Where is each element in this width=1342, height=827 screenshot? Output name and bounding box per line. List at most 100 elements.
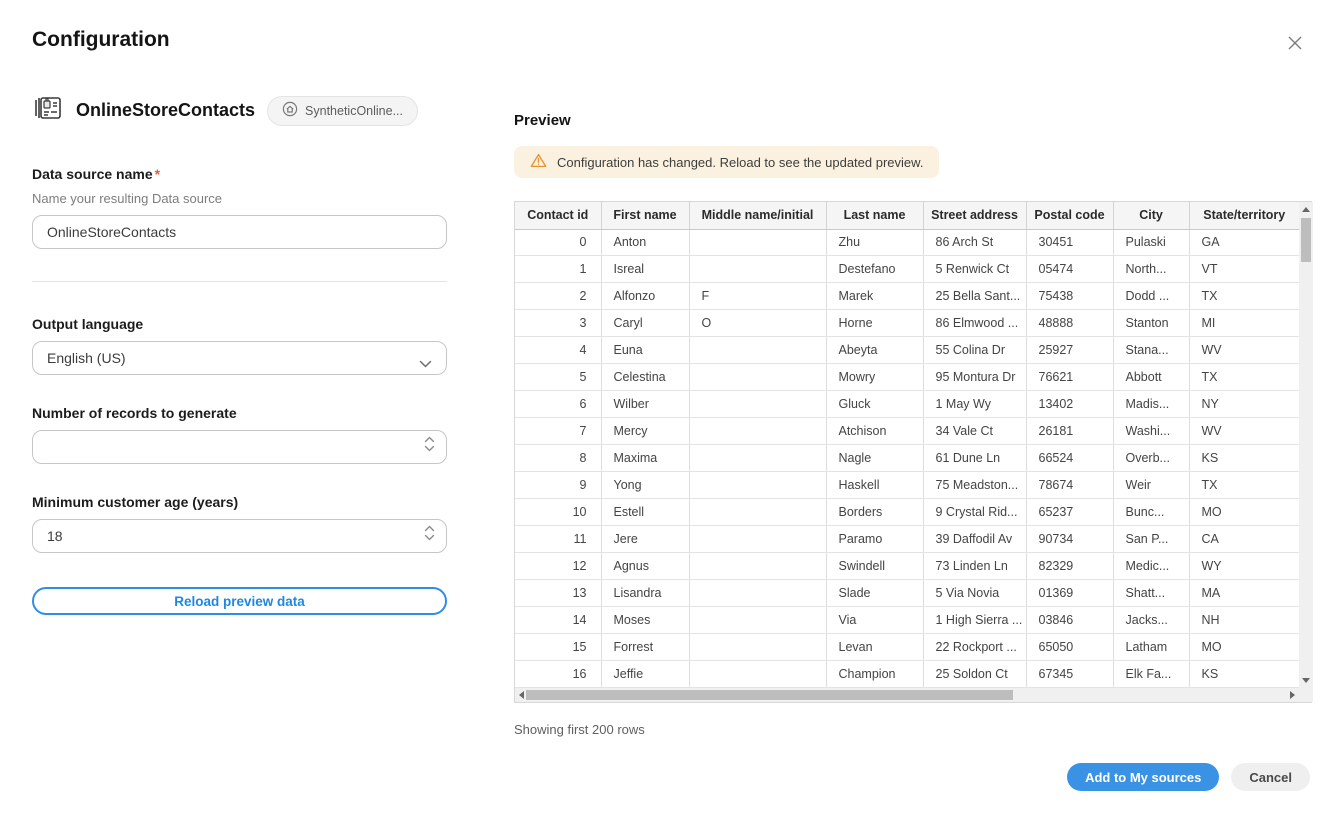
table-cell: San P...	[1113, 526, 1189, 553]
table-cell: 5	[515, 364, 601, 391]
table-cell: Dodd ...	[1113, 283, 1189, 310]
table-cell: NY	[1189, 391, 1299, 418]
chevron-down-icon	[419, 355, 432, 371]
min-age-input[interactable]	[32, 519, 447, 553]
add-to-sources-button[interactable]: Add to My sources	[1067, 763, 1219, 791]
table-row: 3CarylOHorne86 Elmwood ...48888StantonMI	[515, 310, 1299, 337]
table-cell	[689, 418, 826, 445]
data-source-name-input[interactable]	[32, 215, 447, 249]
table-cell: Jeffie	[601, 661, 689, 688]
table-cell: Horne	[826, 310, 923, 337]
table-cell: Gluck	[826, 391, 923, 418]
section-divider	[32, 281, 447, 282]
column-header: Contact id	[515, 202, 601, 229]
table-cell: 0	[515, 229, 601, 256]
table-cell: 1 High Sierra ...	[923, 607, 1026, 634]
scroll-left-icon[interactable]	[519, 691, 524, 699]
scroll-right-icon[interactable]	[1290, 691, 1295, 699]
table-row: 7MercyAtchison34 Vale Ct26181Washi...WV	[515, 418, 1299, 445]
preview-table-container: Contact idFirst nameMiddle name/initialL…	[514, 201, 1312, 703]
number-stepper-icon[interactable]	[424, 525, 435, 541]
reload-preview-button[interactable]: Reload preview data	[32, 587, 447, 615]
table-cell	[689, 391, 826, 418]
table-cell: Agnus	[601, 553, 689, 580]
table-cell: 86 Arch St	[923, 229, 1026, 256]
table-cell: 11	[515, 526, 601, 553]
table-cell: 75 Meadston...	[923, 472, 1026, 499]
table-cell: Swindell	[826, 553, 923, 580]
table-cell: KS	[1189, 445, 1299, 472]
scroll-down-icon[interactable]	[1302, 678, 1310, 683]
preview-title: Preview	[514, 112, 1312, 129]
table-cell: Destefano	[826, 256, 923, 283]
table-row: 10EstellBorders9 Crystal Rid...65237Bunc…	[515, 499, 1299, 526]
table-cell: Yong	[601, 472, 689, 499]
table-row: 12AgnusSwindell73 Linden Ln82329Medic...…	[515, 553, 1299, 580]
table-cell: 48888	[1026, 310, 1113, 337]
table-cell: Maxima	[601, 445, 689, 472]
table-cell: Euna	[601, 337, 689, 364]
table-cell: Abeyta	[826, 337, 923, 364]
table-cell	[689, 607, 826, 634]
vertical-scroll-thumb[interactable]	[1301, 218, 1311, 262]
table-cell: Weir	[1113, 472, 1189, 499]
num-records-input[interactable]	[32, 430, 447, 464]
table-cell: Moses	[601, 607, 689, 634]
table-cell: 10	[515, 499, 601, 526]
number-stepper-icon[interactable]	[424, 436, 435, 452]
output-language-select[interactable]: English (US)	[32, 341, 447, 375]
table-cell: Caryl	[601, 310, 689, 337]
close-button[interactable]	[1284, 34, 1306, 56]
table-cell: 03846	[1026, 607, 1113, 634]
row-count-text: Showing first 200 rows	[514, 722, 1312, 737]
table-cell	[689, 499, 826, 526]
table-cell: 65050	[1026, 634, 1113, 661]
table-cell	[689, 337, 826, 364]
cancel-button[interactable]: Cancel	[1231, 763, 1310, 791]
dialog-title: Configuration	[32, 28, 170, 52]
table-cell: 2	[515, 283, 601, 310]
horizontal-scroll-thumb[interactable]	[526, 690, 1013, 700]
table-cell: 30451	[1026, 229, 1113, 256]
table-cell	[689, 256, 826, 283]
table-cell: 1 May Wy	[923, 391, 1026, 418]
table-cell: 05474	[1026, 256, 1113, 283]
table-cell: Wilber	[601, 391, 689, 418]
table-cell: WV	[1189, 418, 1299, 445]
table-cell: Abbott	[1113, 364, 1189, 391]
table-cell: 90734	[1026, 526, 1113, 553]
table-cell: MO	[1189, 634, 1299, 661]
source-badge[interactable]: SyntheticOnline...	[267, 96, 418, 126]
scrollbar-corner	[1299, 688, 1313, 702]
table-cell: 95 Montura Dr	[923, 364, 1026, 391]
required-asterisk: *	[155, 166, 160, 182]
table-cell	[689, 634, 826, 661]
table-cell: Stana...	[1113, 337, 1189, 364]
table-cell: Elk Fa...	[1113, 661, 1189, 688]
table-cell: TX	[1189, 283, 1299, 310]
column-header: State/territory	[1189, 202, 1299, 229]
scroll-up-icon[interactable]	[1302, 207, 1310, 212]
table-cell: Mowry	[826, 364, 923, 391]
table-cell: 8	[515, 445, 601, 472]
home-icon	[282, 101, 298, 120]
table-cell: 12	[515, 553, 601, 580]
table-cell: GA	[1189, 229, 1299, 256]
table-cell: Madis...	[1113, 391, 1189, 418]
table-cell: 15	[515, 634, 601, 661]
table-cell: 9	[515, 472, 601, 499]
table-cell: Bunc...	[1113, 499, 1189, 526]
horizontal-scrollbar[interactable]	[515, 688, 1299, 702]
table-cell: 39 Daffodil Av	[923, 526, 1026, 553]
vertical-scrollbar[interactable]	[1299, 202, 1313, 688]
table-row: 8MaximaNagle61 Dune Ln66524Overb...KS	[515, 445, 1299, 472]
table-cell: Via	[826, 607, 923, 634]
table-cell: 14	[515, 607, 601, 634]
table-cell: NH	[1189, 607, 1299, 634]
table-cell: Mercy	[601, 418, 689, 445]
table-cell: 25 Soldon Ct	[923, 661, 1026, 688]
table-cell: 76621	[1026, 364, 1113, 391]
table-cell: 5 Renwick Ct	[923, 256, 1026, 283]
table-cell: Marek	[826, 283, 923, 310]
warning-text: Configuration has changed. Reload to see…	[557, 155, 923, 170]
